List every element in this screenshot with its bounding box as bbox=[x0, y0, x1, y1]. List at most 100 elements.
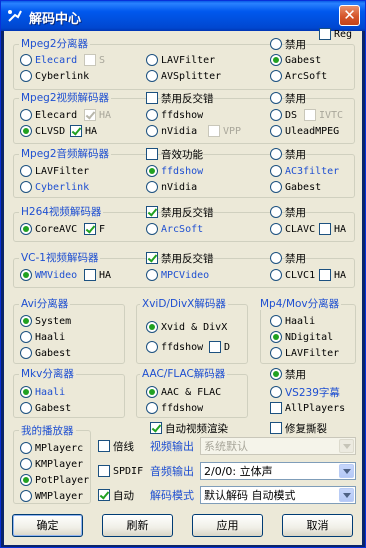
mpeg2-splitter-title: Mpeg2分离器 bbox=[19, 38, 91, 50]
repair-tear-checkbox[interactable]: 修复撕裂 bbox=[270, 422, 327, 436]
mpeg2-splitter-avsplitter[interactable]: AVSplitter bbox=[146, 70, 221, 84]
mpeg2-video-nvidia[interactable]: nVidia bbox=[146, 125, 197, 139]
double-line-checkbox[interactable]: 倍线 bbox=[98, 440, 134, 454]
close-button[interactable]: ✕ bbox=[339, 5, 360, 26]
mpeg2-video-uleadmpeg[interactable]: UleadMPEG bbox=[270, 125, 339, 139]
aac-title: AAC/FLAC解码器 bbox=[140, 368, 228, 380]
window-title: 解码中心 bbox=[29, 12, 82, 27]
mpeg2-audio-cyberlink[interactable]: Cyberlink bbox=[20, 181, 89, 195]
mpeg2-audio-gabest[interactable]: Gabest bbox=[270, 181, 321, 195]
dialog-client: Reg Mpeg2分离器 禁用 Elecard S LAVFilter Gabe… bbox=[4, 28, 362, 545]
mpeg2-video-deinterlace[interactable]: 禁用反交错 bbox=[146, 92, 214, 106]
mpeg2-audio-disable[interactable]: 禁用 bbox=[270, 148, 306, 162]
player-potplayer[interactable]: PotPlayer bbox=[20, 474, 89, 488]
mpeg2-splitter-lavfilter[interactable]: LAVFilter bbox=[146, 54, 215, 68]
vc1-clvc1-ha[interactable]: HA bbox=[319, 269, 346, 283]
h264-title: H264视频解码器 bbox=[19, 206, 104, 218]
mpeg2-audio-effect[interactable]: 音效功能 bbox=[146, 148, 203, 162]
mpeg2-splitter-elecard[interactable]: Elecard bbox=[20, 54, 77, 68]
chevron-down-icon[interactable] bbox=[339, 464, 354, 478]
chevron-down-icon[interactable] bbox=[339, 439, 354, 453]
refresh-button[interactable]: 刷新 bbox=[102, 514, 173, 537]
decoder-center-window: 解码中心 ✕ Reg Mpeg2分离器 禁用 Elecard S LAVFilt… bbox=[0, 0, 366, 548]
player-mplayerc[interactable]: MPlayerc bbox=[20, 442, 83, 456]
video-out-value: 系统默认 bbox=[204, 440, 248, 453]
reg-check-box[interactable] bbox=[319, 28, 331, 40]
xvid-xvid-divx[interactable]: Xvid & DivX bbox=[146, 321, 227, 335]
vc1-title: VC-1视频解码器 bbox=[19, 252, 101, 264]
mpeg2-video-elecard[interactable]: Elecard bbox=[20, 109, 77, 123]
mpeg2-splitter-gabest[interactable]: Gabest bbox=[270, 54, 321, 68]
mkv-title: Mkv分离器 bbox=[19, 368, 76, 380]
mpeg2-audio-lavfilter[interactable]: LAVFilter bbox=[20, 165, 89, 179]
mpeg2-video-ds[interactable]: DS bbox=[270, 109, 297, 123]
decode-mode-value: 默认解码 自动模式 bbox=[204, 489, 296, 502]
misc-disable[interactable]: 禁用 bbox=[270, 368, 306, 382]
vc1-wmvideo[interactable]: WMVideo bbox=[20, 269, 77, 283]
spdif-checkbox[interactable]: SPDIF bbox=[98, 465, 143, 479]
h264-coreavc[interactable]: CoreAVC bbox=[20, 223, 77, 237]
vc1-wm-ha[interactable]: HA bbox=[84, 269, 111, 283]
mpeg2-video-ffdshow[interactable]: ffdshow bbox=[146, 109, 203, 123]
avi-title: Avi分离器 bbox=[19, 298, 71, 310]
h264-arcsoft[interactable]: ArcSoft bbox=[146, 223, 203, 237]
mpeg2-video-vpp[interactable]: VPP bbox=[208, 125, 241, 139]
mkv-gabest[interactable]: Gabest bbox=[20, 402, 71, 416]
mpeg2-video-disable[interactable]: 禁用 bbox=[270, 92, 306, 106]
close-icon: ✕ bbox=[343, 6, 356, 24]
vc1-clvc1[interactable]: CLVC1 bbox=[270, 269, 315, 283]
mpeg2-audio-nvidia[interactable]: nVidia bbox=[146, 181, 197, 195]
reg-checkbox[interactable]: Reg bbox=[319, 28, 352, 42]
decode-mode-select[interactable]: 默认解码 自动模式 bbox=[200, 486, 356, 504]
h264-clavc[interactable]: CLAVC bbox=[270, 223, 315, 237]
mpeg2-video-clvsd[interactable]: CLVSD bbox=[20, 125, 65, 139]
h264-deinterlace[interactable]: 禁用反交错 bbox=[146, 206, 214, 220]
h264-ha-checkbox[interactable]: HA bbox=[319, 223, 346, 237]
player-kmplayer[interactable]: KMPlayer bbox=[20, 458, 83, 472]
misc-vs239[interactable]: VS239字幕 bbox=[270, 386, 340, 400]
mpeg2-video-elecard-ha[interactable]: HA bbox=[84, 109, 111, 123]
reg-label: Reg bbox=[334, 29, 353, 40]
mpeg2-splitter-cyberlink[interactable]: Cyberlink bbox=[20, 70, 89, 84]
cancel-button[interactable]: 取消 bbox=[282, 514, 353, 537]
xvid-d-checkbox[interactable]: D bbox=[209, 341, 230, 355]
h264-f-checkbox[interactable]: F bbox=[84, 223, 105, 237]
apply-button[interactable]: 应用 bbox=[192, 514, 263, 537]
auto-render-checkbox[interactable]: 自动视频渲染 bbox=[150, 422, 228, 436]
avi-gabest[interactable]: Gabest bbox=[20, 347, 71, 361]
vc1-mpcvideo[interactable]: MPCVideo bbox=[146, 269, 209, 283]
player-wmplayer[interactable]: WMPlayer bbox=[20, 490, 83, 504]
video-out-select[interactable]: 系统默认 bbox=[200, 437, 356, 455]
auto-checkbox[interactable]: 自动 bbox=[98, 489, 134, 503]
aac-aac-flac[interactable]: AAC & FLAC bbox=[146, 386, 221, 400]
mpeg2-splitter-disable[interactable]: 禁用 bbox=[270, 38, 306, 52]
mpeg2-audio-ffdshow[interactable]: ffdshow bbox=[146, 165, 203, 179]
players-title: 我的播放器 bbox=[19, 425, 76, 437]
chevron-down-icon[interactable] bbox=[339, 488, 354, 502]
video-out-label: 视频输出 bbox=[150, 440, 194, 453]
mpeg2-video-clvsd-ha[interactable]: HA bbox=[70, 125, 97, 139]
mp4-lavfilter[interactable]: LAVFilter bbox=[270, 347, 339, 361]
aac-ffdshow[interactable]: ffdshow bbox=[146, 402, 203, 416]
mp4-haali[interactable]: Haali bbox=[270, 315, 315, 329]
mpeg2-splitter-s-checkbox[interactable]: S bbox=[84, 54, 105, 68]
vc1-deinterlace[interactable]: 禁用反交错 bbox=[146, 252, 214, 266]
audio-out-value: 2/0/0: 立体声 bbox=[204, 465, 273, 478]
h264-disable[interactable]: 禁用 bbox=[270, 206, 306, 220]
ok-button[interactable]: 确定 bbox=[12, 514, 83, 537]
audio-out-label: 音频输出 bbox=[150, 465, 194, 478]
mkv-haali[interactable]: Haali bbox=[20, 386, 65, 400]
mpeg2-splitter-arcsoft[interactable]: ArcSoft bbox=[270, 70, 327, 84]
misc-allplayers[interactable]: AllPlayers bbox=[270, 402, 345, 416]
vc1-disable[interactable]: 禁用 bbox=[270, 252, 306, 266]
decode-mode-label: 解码模式 bbox=[150, 489, 194, 502]
mp4-ndigital[interactable]: NDigital bbox=[270, 331, 333, 345]
audio-out-select[interactable]: 2/0/0: 立体声 bbox=[200, 462, 356, 480]
xvid-ffdshow[interactable]: ffdshow bbox=[146, 341, 203, 355]
mpeg2-audio-ac3filter[interactable]: AC3filter bbox=[270, 165, 339, 179]
mpeg2-video-ivtc[interactable]: IVTC bbox=[304, 109, 343, 123]
avi-haali[interactable]: Haali bbox=[20, 331, 65, 345]
app-icon bbox=[8, 10, 22, 22]
avi-system[interactable]: System bbox=[20, 315, 71, 329]
xvid-title: XviD/DivX解码器 bbox=[140, 298, 228, 310]
